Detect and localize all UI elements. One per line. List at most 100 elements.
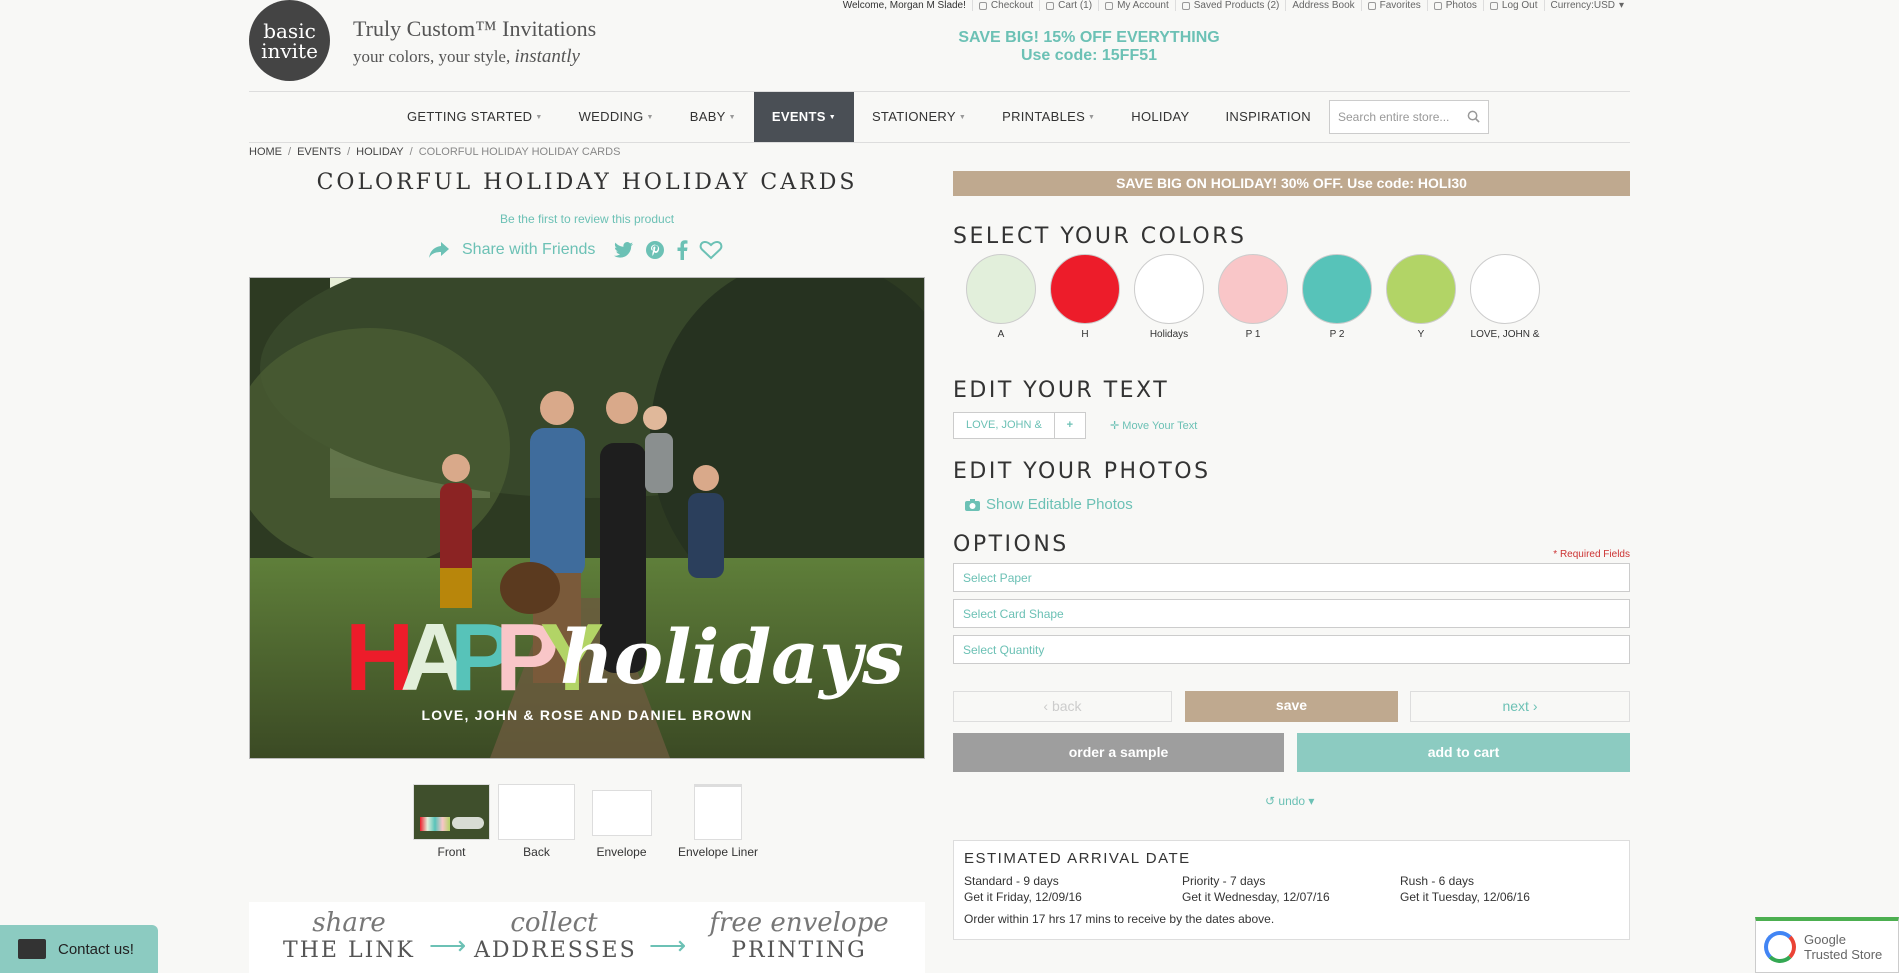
nav-baby[interactable]: BABY ▼ bbox=[672, 92, 754, 142]
swatch-h[interactable]: H bbox=[1043, 254, 1127, 340]
swatch-holidays[interactable]: Holidays bbox=[1127, 254, 1211, 340]
edit-photos-heading: EDIT YOUR PHOTOS bbox=[953, 459, 1211, 484]
standard-date: Get it Friday, 12/09/16 bbox=[964, 890, 1082, 904]
search-input[interactable]: Search entire store... bbox=[1329, 100, 1489, 134]
trusted-line2: Trusted Store bbox=[1804, 946, 1883, 962]
rush-name: Rush - 6 days bbox=[1400, 874, 1475, 888]
checkout-link[interactable]: Checkout bbox=[971, 0, 1039, 11]
swatch-a-label: A bbox=[997, 329, 1005, 340]
caret-icon: ▼ bbox=[646, 113, 654, 121]
holiday-sale-banner[interactable]: SAVE BIG ON HOLIDAY! 30% OFF. Use code: … bbox=[953, 171, 1630, 196]
promo-share-big: THE LINK bbox=[283, 938, 415, 963]
logo-line2: invite bbox=[261, 38, 318, 63]
thumb-envelope[interactable]: Envelope bbox=[579, 784, 664, 859]
select-card-shape[interactable]: Select Card Shape bbox=[953, 599, 1630, 628]
header-promo: SAVE BIG! 15% OFF EVERYTHING Use code: 1… bbox=[949, 29, 1229, 65]
swatch-h-label: H bbox=[1081, 329, 1089, 340]
arrow-right-icon: ⟶ bbox=[649, 930, 687, 960]
nav-stationery[interactable]: STATIONERY ▼ bbox=[854, 92, 984, 142]
promo-line2: Use code: 15FF51 bbox=[1020, 47, 1158, 64]
facebook-icon[interactable] bbox=[676, 240, 688, 260]
thumb-envelope-liner[interactable]: Envelope Liner bbox=[664, 784, 772, 859]
pinterest-icon[interactable] bbox=[645, 240, 665, 260]
twitter-icon[interactable] bbox=[614, 241, 634, 259]
undo-button[interactable]: ↺ undo ▾ bbox=[1265, 794, 1314, 808]
account-icon bbox=[1105, 1, 1114, 10]
search-icon[interactable] bbox=[1467, 110, 1480, 123]
nav-printables[interactable]: PRINTABLES ▼ bbox=[984, 92, 1113, 142]
move-text-link[interactable]: ✛ Move Your Text bbox=[1110, 419, 1197, 432]
back-button[interactable]: ‹ back bbox=[953, 691, 1172, 722]
logout-icon bbox=[1489, 1, 1498, 10]
caret-icon: ▼ bbox=[535, 113, 543, 121]
nav-inspiration[interactable]: INSPIRATION bbox=[1208, 92, 1329, 142]
photos-link[interactable]: Photos bbox=[1426, 0, 1483, 11]
share-label[interactable]: Share with Friends bbox=[462, 241, 595, 259]
swatch-p2[interactable]: P 2 bbox=[1295, 254, 1379, 340]
thumb-back-label: Back bbox=[523, 845, 550, 859]
next-button[interactable]: next › bbox=[1410, 691, 1630, 722]
add-to-cart-button[interactable]: add to cart bbox=[1297, 733, 1630, 772]
crumb-events[interactable]: EVENTS bbox=[297, 146, 341, 158]
swatch-p2-color bbox=[1302, 254, 1372, 324]
text-field-button[interactable]: LOVE, JOHN & bbox=[954, 413, 1055, 438]
swatch-y[interactable]: Y bbox=[1379, 254, 1463, 340]
caret-icon: ▼ bbox=[828, 113, 836, 121]
thumb-front[interactable]: Front bbox=[409, 784, 494, 859]
thumb-liner-label: Envelope Liner bbox=[677, 845, 759, 859]
swatch-a[interactable]: A bbox=[959, 254, 1043, 340]
swatch-p1[interactable]: P 1 bbox=[1211, 254, 1295, 340]
favorites-link[interactable]: Favorites bbox=[1360, 0, 1427, 11]
card-preview[interactable]: H A P P Y holidays LOVE, JOHN & ROSE AND… bbox=[249, 277, 925, 759]
crumb-home[interactable]: HOME bbox=[249, 146, 282, 158]
logo-line1: basic bbox=[263, 18, 316, 43]
swatch-y-color bbox=[1386, 254, 1456, 324]
envelope-promo-banner[interactable]: share THE LINK ⟶ collect ADDRESSES ⟶ fre… bbox=[249, 902, 925, 973]
card-names: LOVE, JOHN & ROSE AND DANIEL BROWN bbox=[422, 707, 753, 723]
arrival-title: ESTIMATED ARRIVAL DATE bbox=[964, 850, 1191, 867]
crumb-current: COLORFUL HOLIDAY HOLIDAY CARDS bbox=[418, 146, 621, 158]
tagline-italic: instantly bbox=[514, 46, 580, 67]
swatch-love-john[interactable]: LOVE, JOHN & bbox=[1463, 254, 1547, 340]
nav-getting-started[interactable]: GETTING STARTED ▼ bbox=[389, 92, 561, 142]
swatch-h-color bbox=[1050, 254, 1120, 324]
undo-icon: ↺ bbox=[1265, 794, 1279, 808]
share-arrow-icon[interactable] bbox=[427, 240, 451, 260]
swatch-holidays-label: Holidays bbox=[1149, 329, 1189, 340]
logout-link[interactable]: Log Out bbox=[1482, 0, 1544, 11]
favorite-heart-icon[interactable] bbox=[699, 240, 723, 260]
saved-products-link[interactable]: Saved Products (2) bbox=[1174, 0, 1286, 11]
select-quantity[interactable]: Select Quantity bbox=[953, 635, 1630, 664]
main-nav: GETTING STARTED ▼ WEDDING ▼ BABY ▼ EVENTS ▼ … bbox=[249, 91, 1630, 143]
google-trusted-store-badge[interactable]: Google Trusted Store bbox=[1755, 917, 1899, 973]
card-holidays-script: holidays bbox=[560, 615, 904, 701]
promo-share: share THE LINK bbox=[269, 908, 429, 963]
thumb-front-image bbox=[413, 784, 490, 840]
chevron-right-icon: › bbox=[1528, 698, 1538, 714]
select-paper[interactable]: Select Paper bbox=[953, 563, 1630, 592]
tagline-sub-text: your colors, your style, bbox=[353, 47, 511, 66]
currency-select[interactable]: Currency:USD ▾ bbox=[1543, 0, 1631, 11]
review-link[interactable]: Be the first to review this product bbox=[249, 212, 925, 226]
favorites-icon bbox=[1367, 1, 1376, 10]
add-text-button[interactable]: + bbox=[1055, 413, 1085, 438]
checkout-icon bbox=[978, 1, 987, 10]
nav-wedding[interactable]: WEDDING ▼ bbox=[561, 92, 672, 142]
arrow-right-icon: ⟶ bbox=[429, 930, 467, 960]
contact-us-button[interactable]: Contact us! bbox=[0, 925, 158, 973]
crumb-holiday[interactable]: HOLIDAY bbox=[356, 146, 403, 158]
priority-date: Get it Wednesday, 12/07/16 bbox=[1182, 890, 1330, 904]
nav-holiday[interactable]: HOLIDAY bbox=[1113, 92, 1207, 142]
save-button[interactable]: save bbox=[1185, 691, 1398, 722]
nav-events[interactable]: EVENTS ▼ bbox=[753, 92, 854, 142]
order-sample-button[interactable]: order a sample bbox=[953, 733, 1284, 772]
promo-collect: collect ADDRESSES bbox=[474, 908, 635, 963]
caret-icon: ▼ bbox=[1088, 113, 1096, 121]
options-heading: OPTIONS bbox=[953, 532, 1069, 557]
my-account-link[interactable]: My Account bbox=[1098, 0, 1175, 11]
thumb-back[interactable]: Back bbox=[494, 784, 579, 859]
cart-link[interactable]: Cart (1) bbox=[1039, 0, 1098, 11]
address-book-link[interactable]: Address Book bbox=[1285, 0, 1360, 11]
logo[interactable]: basic invite bbox=[249, 0, 330, 81]
show-photos-link[interactable]: Show Editable Photos bbox=[965, 496, 1133, 513]
